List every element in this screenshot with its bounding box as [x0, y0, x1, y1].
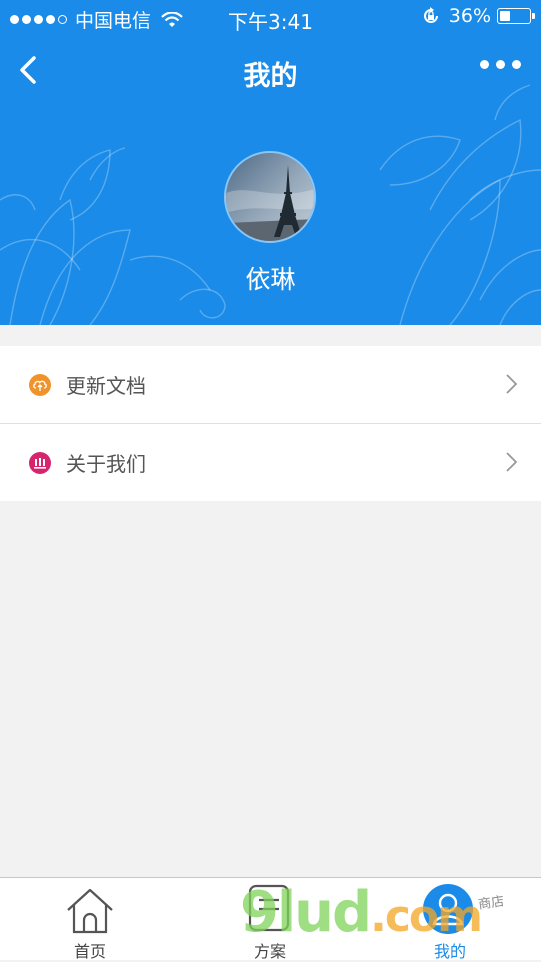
battery-level-fill	[500, 11, 510, 21]
home-icon	[67, 888, 113, 934]
navigation-bar: 我的	[0, 36, 541, 106]
tab-label: 方案	[253, 942, 286, 961]
tab-home[interactable]: 首页	[0, 878, 180, 961]
page-title: 我的	[243, 61, 298, 92]
status-bar: 中国电信 下午3:41 36%	[0, 0, 541, 36]
cloud-upload-icon	[29, 373, 51, 396]
tab-label: 我的	[433, 942, 466, 961]
user-icon	[423, 884, 473, 934]
tab-plan[interactable]: 方案	[180, 878, 360, 961]
avatar[interactable]	[224, 151, 316, 243]
menu-item-about-us[interactable]: 关于我们	[0, 424, 541, 501]
battery-icon	[497, 8, 535, 24]
menu-item-label: 关于我们	[66, 452, 146, 476]
menu-item-label: 更新文档	[66, 374, 146, 398]
tab-mine[interactable]: 我的	[360, 878, 540, 961]
profile-header: 中国电信 下午3:41 36% 我的 依琳	[0, 0, 541, 325]
eiffel-tower-avatar-image	[226, 153, 314, 241]
document-icon	[248, 884, 290, 932]
menu-list: 更新文档 关于我们	[0, 346, 541, 501]
tab-bar: 首页 方案 我的	[0, 877, 541, 961]
user-name: 依琳	[245, 265, 296, 294]
watermark-side-text: 商店	[477, 894, 506, 913]
rotation-lock-icon	[423, 7, 438, 23]
tab-label: 首页	[73, 942, 106, 961]
menu-item-update-docs[interactable]: 更新文档	[0, 346, 541, 424]
team-icon	[29, 451, 51, 474]
back-chevron-icon[interactable]	[14, 52, 44, 88]
battery-percentage: 36%	[448, 5, 491, 27]
chevron-right-icon	[506, 374, 518, 394]
chevron-right-icon	[506, 452, 518, 472]
more-options-icon[interactable]	[480, 60, 521, 69]
